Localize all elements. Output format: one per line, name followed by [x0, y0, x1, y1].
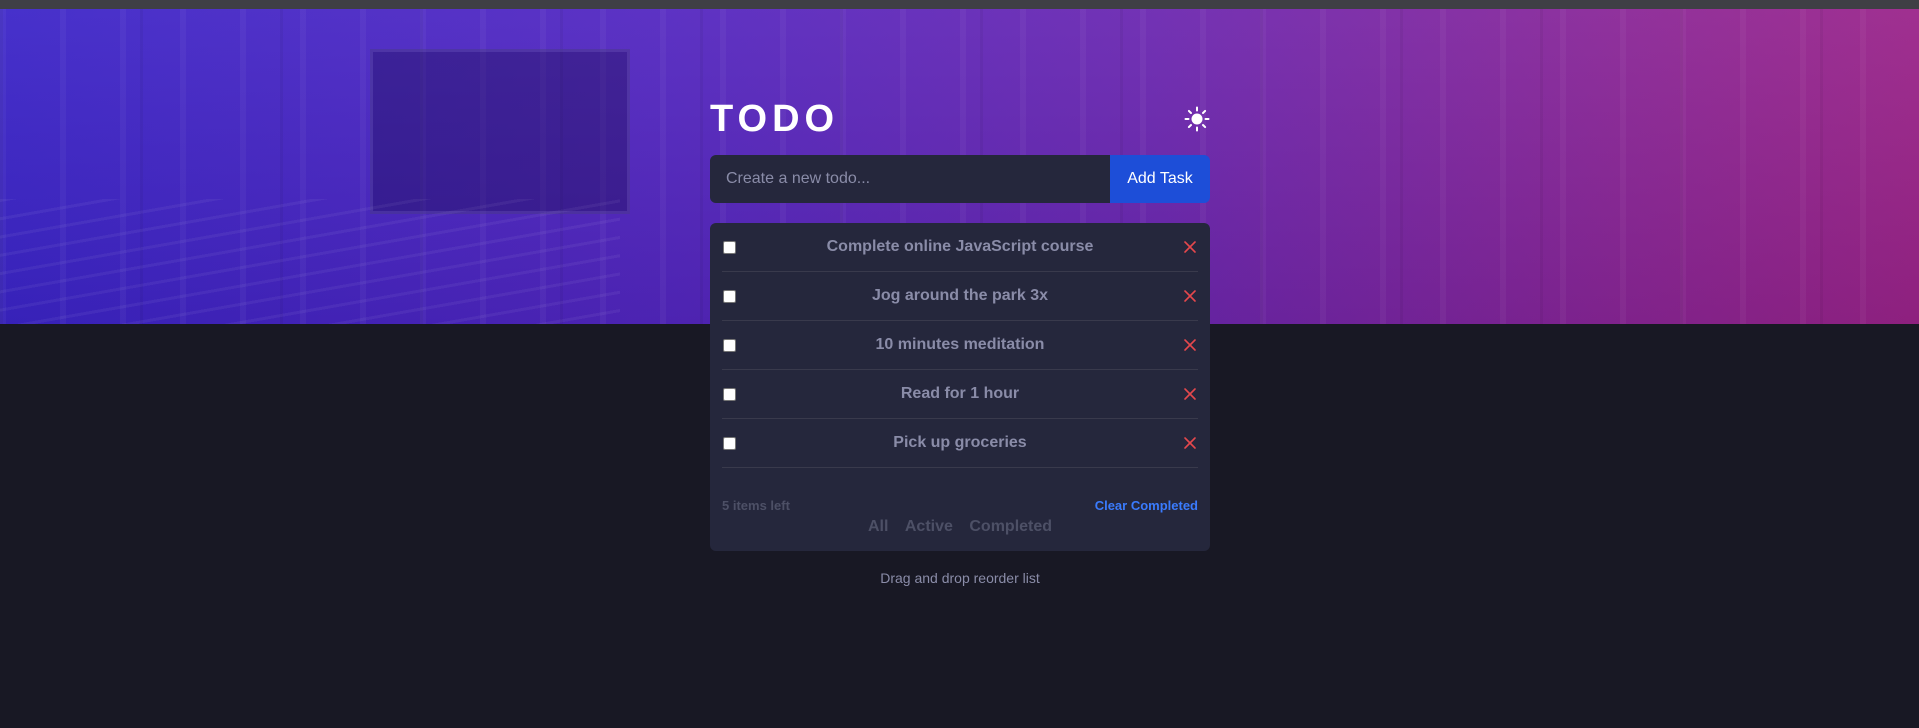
filter-tabs: All Active Completed — [710, 518, 1210, 536]
items-left-count: 5 items left — [722, 498, 790, 513]
delete-x-icon[interactable] — [1182, 239, 1198, 255]
todo-list: Complete online JavaScript course Jog ar… — [710, 223, 1210, 468]
sun-icon[interactable] — [1184, 106, 1210, 132]
todo-item[interactable]: Read for 1 hour — [722, 370, 1198, 419]
add-task-button[interactable]: Add Task — [1110, 155, 1210, 203]
filter-completed[interactable]: Completed — [969, 518, 1052, 536]
todo-checkbox[interactable] — [723, 241, 736, 254]
todo-item[interactable]: Pick up groceries — [722, 419, 1198, 468]
filter-all[interactable]: All — [868, 518, 888, 536]
delete-x-icon[interactable] — [1182, 435, 1198, 451]
todo-item[interactable]: 10 minutes meditation — [722, 321, 1198, 370]
todo-checkbox[interactable] — [723, 388, 736, 401]
todo-checkbox[interactable] — [723, 437, 736, 450]
todo-list-card: Complete online JavaScript course Jog ar… — [710, 223, 1210, 551]
todo-checkbox[interactable] — [723, 339, 736, 352]
app-title: TODO — [710, 98, 840, 140]
app-header: TODO — [710, 98, 1210, 140]
todo-checkbox[interactable] — [723, 290, 736, 303]
todo-text: Complete online JavaScript course — [826, 238, 1094, 255]
drag-drop-hint: Drag and drop reorder list — [880, 570, 1040, 586]
new-todo-form: Add Task — [710, 155, 1210, 203]
todo-text: Jog around the park 3x — [871, 287, 1049, 304]
new-todo-input[interactable] — [710, 155, 1110, 203]
hero-photo-floor — [0, 199, 620, 324]
clear-completed-button[interactable]: Clear Completed — [1095, 498, 1198, 513]
delete-x-icon[interactable] — [1182, 337, 1198, 353]
hero-photo-doorway — [370, 49, 630, 214]
todo-item[interactable]: Complete online JavaScript course — [722, 223, 1198, 272]
todo-item[interactable]: Jog around the park 3x — [722, 272, 1198, 321]
todo-text: Pick up groceries — [893, 434, 1027, 451]
delete-x-icon[interactable] — [1182, 386, 1198, 402]
browser-top-bar — [0, 0, 1919, 9]
delete-x-icon[interactable] — [1182, 288, 1198, 304]
todo-text: 10 minutes meditation — [875, 336, 1045, 353]
filter-active[interactable]: Active — [905, 518, 953, 536]
todo-text: Read for 1 hour — [900, 385, 1020, 402]
